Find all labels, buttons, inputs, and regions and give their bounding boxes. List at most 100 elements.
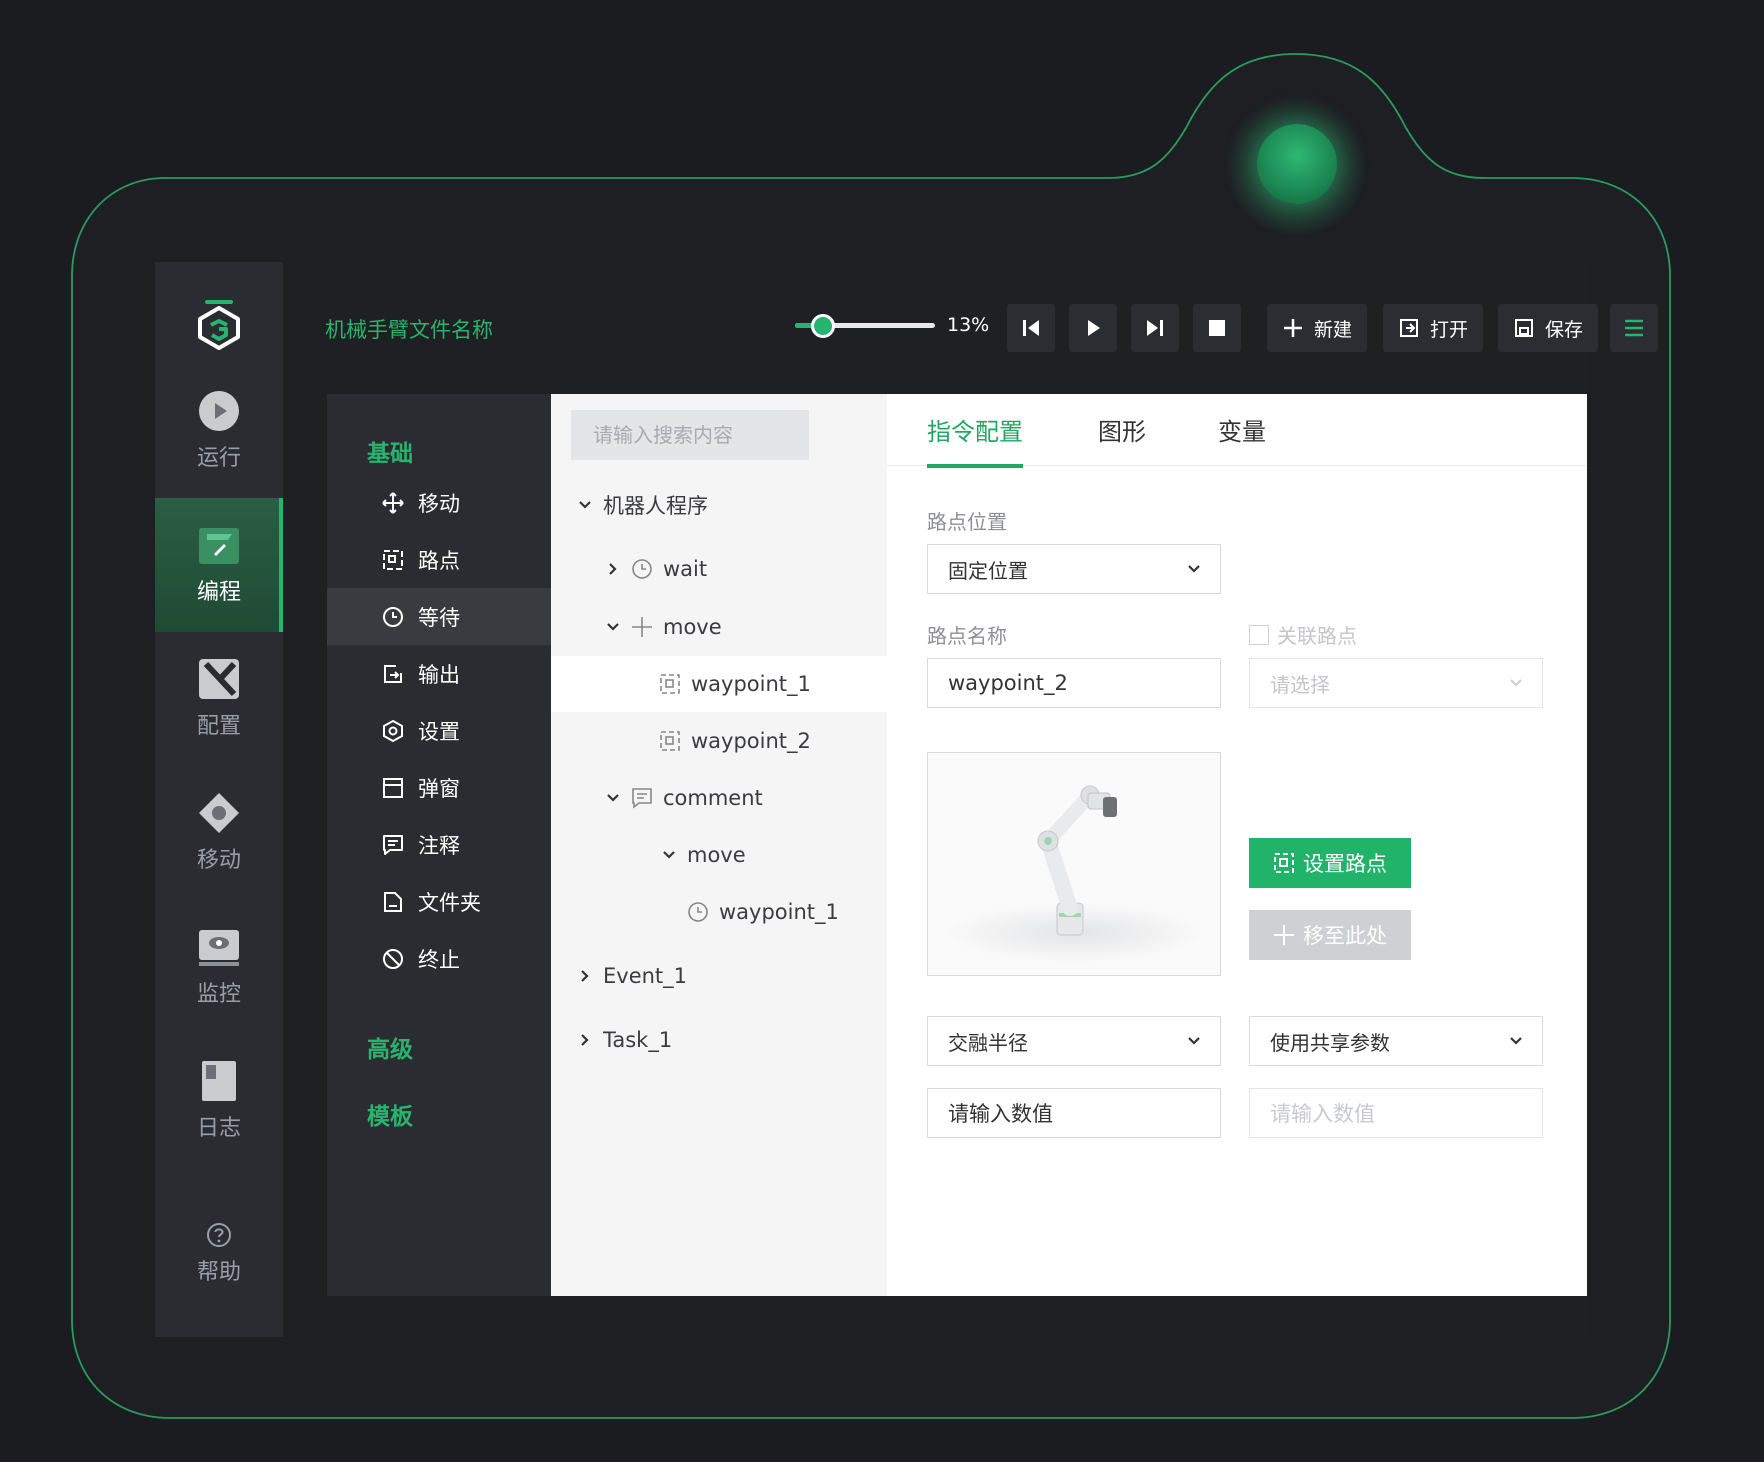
- skip-back-button[interactable]: [1007, 304, 1055, 352]
- palette-item-label: 等待: [418, 605, 460, 630]
- program-tree: 机器人程序 wait move waypoint_1 waypoint_2 co…: [551, 394, 887, 1296]
- clock-icon: [383, 606, 403, 627]
- palette-item-folder[interactable]: 文件夹: [327, 873, 551, 930]
- folder-icon: [384, 891, 402, 912]
- tree-node-waypoint-2[interactable]: waypoint_2: [659, 713, 811, 769]
- palette-item-label: 弹窗: [418, 776, 460, 801]
- tree-node-label: 机器人程序: [603, 494, 708, 518]
- play-icon: [199, 391, 239, 431]
- tree-node-comment[interactable]: comment: [605, 770, 763, 826]
- sidebar-item-label: 编程: [196, 580, 241, 605]
- input-placeholder: 请输入数值: [948, 1102, 1053, 1126]
- stop-icon: [383, 948, 403, 969]
- chevron-down-icon: [663, 851, 675, 859]
- palette-item-stop[interactable]: 终止: [327, 930, 551, 987]
- tab-instruction-config[interactable]: 指令配置: [927, 412, 1023, 468]
- sidebar-item-label: 日志: [196, 1116, 241, 1141]
- monitor-icon: [199, 930, 239, 966]
- speed-slider[interactable]: [795, 310, 935, 340]
- sidebar-item-config[interactable]: 配置: [155, 632, 283, 766]
- open-file-icon: [1399, 319, 1418, 337]
- link-waypoint-select[interactable]: 请选择: [1249, 658, 1543, 708]
- waypoint-position-select[interactable]: 固定位置: [927, 544, 1221, 594]
- tree-node-label: move: [663, 615, 722, 639]
- waypoint-name-input[interactable]: waypoint_2: [927, 658, 1221, 708]
- tree-node-move-2[interactable]: move: [661, 827, 746, 883]
- palette-item-settings[interactable]: 设置: [327, 702, 551, 759]
- help-icon: [207, 1223, 231, 1247]
- tab-graphics[interactable]: 图形: [1098, 412, 1146, 464]
- sidebar-item-move[interactable]: 移动: [155, 766, 283, 900]
- shared-params-select[interactable]: 使用共享参数: [1249, 1016, 1543, 1066]
- palette-item-comment[interactable]: 注释: [327, 816, 551, 873]
- skip-back-icon: [1023, 320, 1039, 336]
- stop-button[interactable]: [1193, 304, 1241, 352]
- slider-thumb[interactable]: [811, 314, 835, 338]
- open-button[interactable]: 打开: [1383, 304, 1483, 352]
- tab-variables[interactable]: 变量: [1218, 412, 1266, 464]
- checkbox-box[interactable]: [1249, 624, 1269, 645]
- skip-forward-button[interactable]: [1131, 304, 1179, 352]
- move-here-button[interactable]: 移至此处: [1249, 910, 1411, 960]
- palette-item-waypoint[interactable]: 路点: [327, 531, 551, 588]
- robot-arm-image: [945, 785, 1205, 963]
- tree-node-label: waypoint_1: [691, 672, 811, 696]
- tree-node-label: wait: [663, 557, 708, 581]
- plus-icon: [1283, 319, 1302, 337]
- stop-icon: [1209, 320, 1225, 336]
- blend-radius-input[interactable]: 请输入数值: [927, 1088, 1221, 1138]
- set-waypoint-button[interactable]: 设置路点: [1249, 838, 1411, 888]
- save-button[interactable]: 保存: [1498, 304, 1598, 352]
- move-icon: [382, 491, 404, 514]
- palette-item-label: 终止: [418, 947, 460, 972]
- tree-node-event-1[interactable]: Event_1: [577, 948, 687, 1004]
- app-window: 运行 编程 配置 移动 监控 日志 帮助 机械手臂文件名称 13% 新建 打开 …: [155, 262, 1658, 1337]
- tree-node-wait[interactable]: wait: [605, 541, 707, 597]
- sidebar-item-label: 配置: [196, 714, 241, 739]
- section-template[interactable]: 模板: [367, 1097, 413, 1131]
- tree-node-task-1[interactable]: Task_1: [577, 1012, 672, 1068]
- sidebar-item-run[interactable]: 运行: [155, 364, 283, 498]
- tree-node-move[interactable]: move: [605, 599, 722, 655]
- chevron-right-icon: [609, 563, 617, 575]
- section-basic[interactable]: 基础: [367, 434, 413, 468]
- waypoint-icon: [1274, 853, 1294, 873]
- chevron-down-icon: [579, 501, 591, 509]
- palette-item-popup[interactable]: 弹窗: [327, 759, 551, 816]
- new-button[interactable]: 新建: [1267, 304, 1367, 352]
- link-waypoint-checkbox[interactable]: 关联路点: [1249, 620, 1357, 649]
- comment-icon: [383, 834, 403, 855]
- menu-button[interactable]: [1610, 304, 1658, 352]
- blend-radius-select[interactable]: 交融半径: [927, 1016, 1221, 1066]
- top-toolbar: 机械手臂文件名称 13% 新建 打开 保存: [283, 262, 1658, 394]
- select-placeholder: 请选择: [1270, 672, 1330, 697]
- chevron-down-icon: [1188, 1037, 1200, 1045]
- palette-item-wait[interactable]: 等待: [327, 588, 551, 645]
- sidebar-item-monitor[interactable]: 监控: [155, 900, 283, 1034]
- sidebar-item-label: 运行: [196, 446, 241, 471]
- tree-node-waypoint-1b[interactable]: waypoint_1: [687, 884, 839, 940]
- tree-node-label: waypoint_2: [691, 729, 811, 753]
- palette-item-label: 输出: [418, 662, 460, 687]
- shared-value-input[interactable]: 请输入数值: [1249, 1088, 1543, 1138]
- tree-node-waypoint-1[interactable]: waypoint_1: [551, 656, 887, 712]
- search-input[interactable]: [571, 410, 809, 460]
- palette-item-move[interactable]: 移动: [327, 474, 551, 531]
- sidebar-item-program[interactable]: 编程: [155, 498, 283, 632]
- play-button[interactable]: [1069, 304, 1117, 352]
- section-advanced[interactable]: 高级: [367, 1030, 413, 1064]
- save-button-label: 保存: [1544, 318, 1583, 341]
- palette-item-label: 设置: [418, 719, 460, 744]
- sidebar-item-help[interactable]: 帮助: [155, 1222, 283, 1302]
- chevron-right-icon: [581, 970, 589, 982]
- tree-node-label: Event_1: [603, 964, 688, 988]
- edit-icon: [199, 528, 239, 564]
- instruction-palette: 基础 移动 路点 等待 输出 设置 弹窗 注释 文件夹 终止 高级 模板: [327, 394, 551, 1296]
- file-name: 机械手臂文件名称: [325, 318, 493, 342]
- main-sidebar: 运行 编程 配置 移动 监控 日志 帮助: [155, 262, 283, 1337]
- palette-item-output[interactable]: 输出: [327, 645, 551, 702]
- sidebar-item-log[interactable]: 日志: [155, 1034, 283, 1168]
- tree-node-robot-program[interactable]: 机器人程序: [577, 477, 708, 533]
- palette-item-label: 路点: [418, 548, 460, 573]
- move-here-label: 移至此处: [1303, 924, 1387, 948]
